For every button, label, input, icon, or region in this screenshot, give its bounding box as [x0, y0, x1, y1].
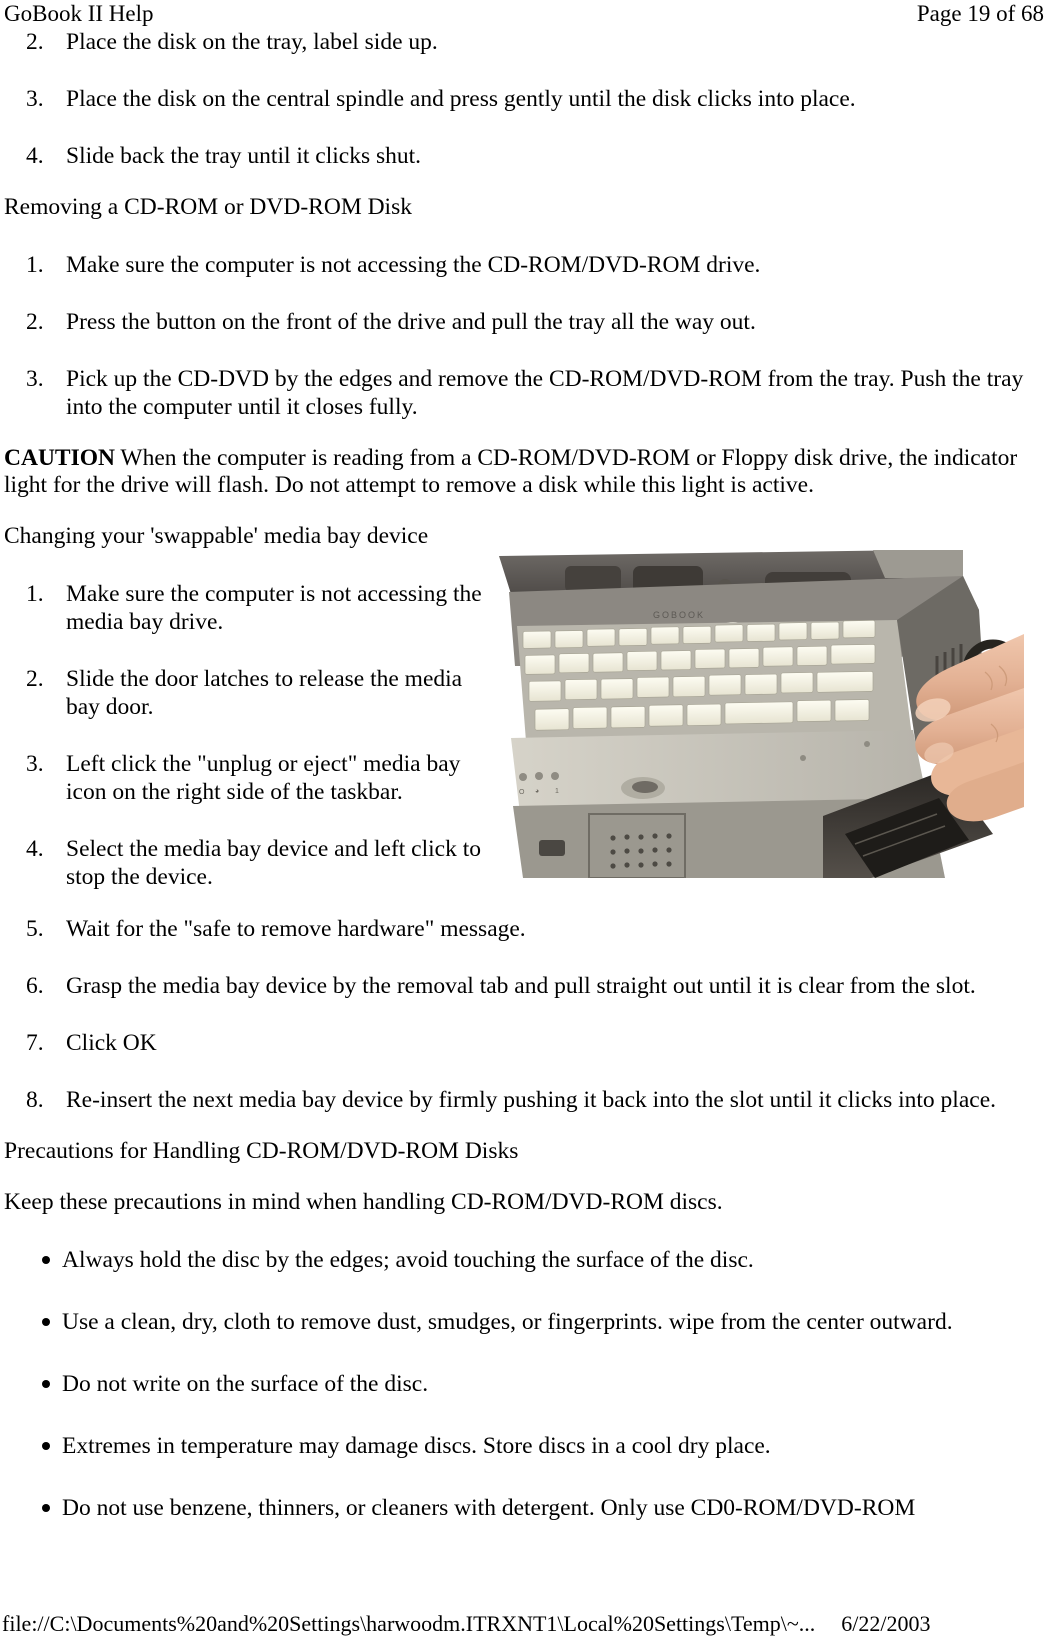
media-bay-photo: GOBOOK O ◕ 1 [493, 548, 1024, 878]
list-item-text: Extremes in temperature may damage discs… [62, 1433, 771, 1459]
list-marker: 1. [26, 581, 44, 607]
list-item: 8. Re-insert the next media bay device b… [4, 1086, 1042, 1114]
list-item: 3. Pick up the CD-DVD by the edges and r… [4, 365, 1042, 421]
insert-steps-list: 2. Place the disk on the tray, label sid… [4, 28, 1042, 170]
list-item-text: Slide the door latches to release the me… [66, 666, 463, 720]
caution-label: CAUTION [4, 445, 115, 471]
list-item: Do not use benzene, thinners, or cleaner… [4, 1494, 1042, 1522]
heading-removing-disk: Removing a CD-ROM or DVD-ROM Disk [4, 194, 412, 220]
bullet-icon [42, 1380, 50, 1388]
list-item: Extremes in temperature may damage discs… [4, 1432, 1042, 1460]
caution-text: When the computer is reading from a CD-R… [4, 445, 1018, 498]
footer-date: 6/22/2003 [841, 1611, 931, 1636]
list-marker: 3. [26, 751, 44, 777]
list-item: 1. Make sure the computer is not accessi… [4, 580, 486, 636]
list-marker: 1. [26, 252, 44, 278]
list-marker: 4. [26, 143, 44, 169]
footer-file-path: file://C:\Documents%20and%20Settings\har… [2, 1611, 816, 1636]
list-marker: 2. [26, 29, 44, 55]
list-item: 1. Make sure the computer is not accessi… [4, 251, 1042, 279]
caution-paragraph: CAUTION When the computer is reading fro… [4, 445, 1042, 499]
list-item-text: Slide back the tray until it clicks shut… [66, 143, 422, 169]
svg-text:O: O [519, 789, 525, 796]
document-page: GoBook II Help Page 19 of 68 2. Place th… [0, 0, 1048, 1642]
list-marker: 6. [26, 973, 44, 999]
page-header: GoBook II Help Page 19 of 68 [0, 0, 1048, 28]
heading-swappable-media-bay: Changing your 'swappable' media bay devi… [4, 523, 429, 549]
list-marker: 5. [26, 916, 44, 942]
list-item: 4. Slide back the tray until it clicks s… [4, 142, 1042, 170]
list-item-text: Do not use benzene, thinners, or cleaner… [62, 1495, 916, 1521]
list-marker: 3. [26, 86, 44, 112]
document-title: GoBook II Help [4, 1, 154, 26]
list-item-text: Place the disk on the central spindle an… [66, 86, 856, 112]
list-item-text: Select the media bay device and left cli… [66, 836, 481, 890]
page-number: Page 19 of 68 [916, 1, 1044, 26]
list-item-text: Wait for the "safe to remove hardware" m… [66, 916, 526, 942]
svg-text:1: 1 [555, 788, 559, 795]
list-item-text: Make sure the computer is not accessing … [66, 252, 761, 278]
bullet-icon [42, 1256, 50, 1264]
swappable-steps-list-wide: 5. Wait for the "safe to remove hardware… [4, 915, 1042, 1114]
page-footer: file://C:\Documents%20and%20Settings\har… [0, 1598, 1048, 1642]
list-item-text: Do not write on the surface of the disc. [62, 1371, 429, 1397]
precautions-bullet-list: Always hold the disc by the edges; avoid… [4, 1246, 1042, 1522]
list-item-text: Place the disk on the tray, label side u… [66, 29, 438, 55]
list-item-text: Press the button on the front of the dri… [66, 309, 756, 335]
precautions-intro: Keep these precautions in mind when hand… [4, 1189, 723, 1215]
list-item-text: Always hold the disc by the edges; avoid… [62, 1247, 754, 1273]
bullet-icon [42, 1504, 50, 1512]
list-marker: 2. [26, 309, 44, 335]
list-item: 3. Left click the "unplug or eject" medi… [4, 750, 486, 806]
heading-precautions: Precautions for Handling CD-ROM/DVD-ROM … [4, 1138, 519, 1164]
list-item-text: Left click the "unplug or eject" media b… [66, 751, 461, 805]
list-item: 7. Click OK [4, 1029, 1042, 1057]
list-item: Always hold the disc by the edges; avoid… [4, 1246, 1042, 1274]
list-item: Use a clean, dry, cloth to remove dust, … [4, 1308, 1042, 1336]
list-marker: 3. [26, 366, 44, 392]
list-marker: 7. [26, 1030, 44, 1056]
svg-text:GOBOOK: GOBOOK [653, 610, 705, 620]
list-marker: 4. [26, 836, 44, 862]
list-item: 5. Wait for the "safe to remove hardware… [4, 915, 1042, 943]
svg-text:◕: ◕ [535, 788, 539, 795]
list-item-text: Re-insert the next media bay device by f… [66, 1087, 996, 1113]
list-item: Do not write on the surface of the disc. [4, 1370, 1042, 1398]
list-item-text: Use a clean, dry, cloth to remove dust, … [62, 1309, 953, 1335]
bullet-icon [42, 1318, 50, 1326]
list-item-text: Grasp the media bay device by the remova… [66, 973, 976, 999]
list-item: 3. Place the disk on the central spindle… [4, 85, 1042, 113]
list-item: 4. Select the media bay device and left … [4, 835, 486, 891]
list-item: 2. Press the button on the front of the … [4, 308, 1042, 336]
list-item: 2. Slide the door latches to release the… [4, 665, 486, 721]
list-marker: 8. [26, 1087, 44, 1113]
list-item-text: Make sure the computer is not accessing … [66, 581, 482, 635]
removing-steps-list: 1. Make sure the computer is not accessi… [4, 251, 1042, 421]
list-item-text: Click OK [66, 1030, 157, 1056]
list-item: 6. Grasp the media bay device by the rem… [4, 972, 1042, 1000]
media-bay-photo-illustration: GOBOOK O ◕ 1 [493, 548, 1024, 878]
bullet-icon [42, 1442, 50, 1450]
list-marker: 2. [26, 666, 44, 692]
list-item-text: Pick up the CD-DVD by the edges and remo… [66, 366, 1024, 420]
list-item: 2. Place the disk on the tray, label sid… [4, 28, 1042, 56]
